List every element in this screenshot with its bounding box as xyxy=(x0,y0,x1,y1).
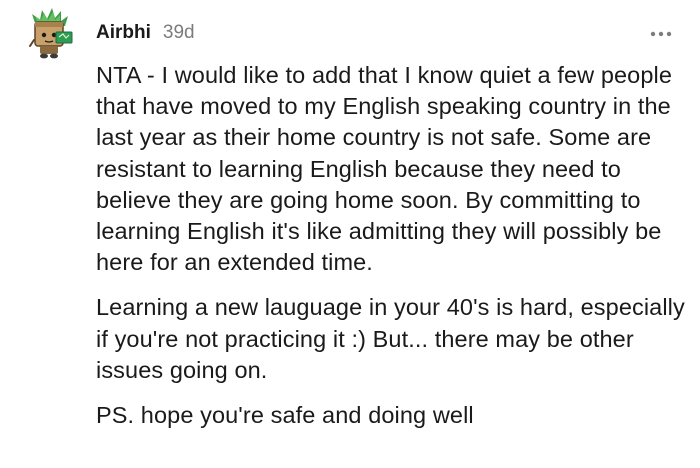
comment-paragraph: NTA - I would like to add that I know qu… xyxy=(96,62,673,276)
username-link[interactable]: Airbhi xyxy=(96,22,151,44)
comment-paragraph: PS. hope you're safe and doing well xyxy=(96,402,474,429)
comment: Airbhi 39d NTA - I would like to add tha… xyxy=(0,0,700,468)
more-horizontal-icon xyxy=(650,31,672,37)
comment-age: 39d xyxy=(162,22,195,43)
comment-meta: Airbhi 39d xyxy=(96,22,195,46)
more-options-button[interactable] xyxy=(646,22,676,46)
comment-paragraph: Learning a new lauguage in your 40's is … xyxy=(96,294,685,383)
comment-body: NTA - I would like to add that I know qu… xyxy=(96,60,686,445)
snoo-avatar-icon xyxy=(29,8,73,59)
user-avatar[interactable] xyxy=(26,6,82,62)
